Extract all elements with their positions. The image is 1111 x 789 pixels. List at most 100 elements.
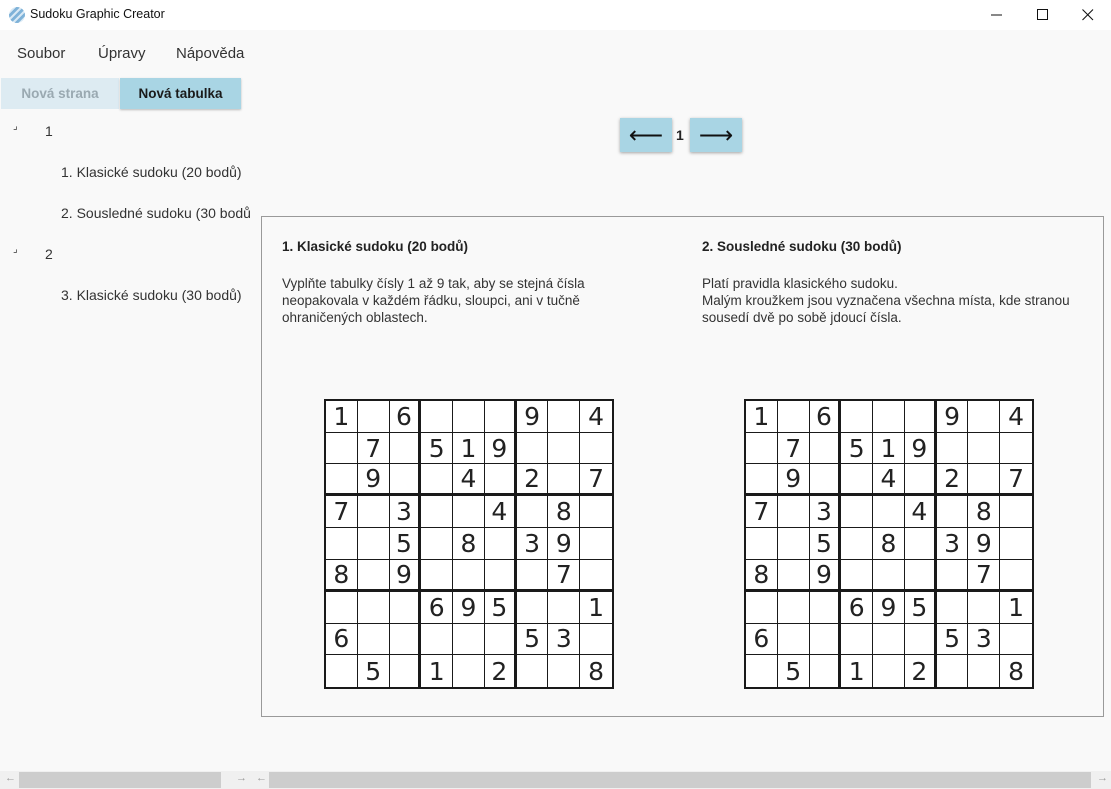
sudoku-cell: [904, 623, 937, 656]
scroll-right-arrow-icon[interactable]: →: [1097, 772, 1108, 784]
sudoku-cell: 1: [841, 655, 874, 687]
new-table-button[interactable]: Nová tabulka: [120, 78, 241, 109]
menu-edit[interactable]: Úpravy: [98, 45, 146, 62]
sudoku-cell: 8: [588, 656, 605, 686]
sudoku-cell: [484, 401, 517, 433]
sudoku-cell: [580, 496, 612, 529]
sudoku-cell: [1000, 624, 1032, 656]
menu-file[interactable]: Soubor: [17, 45, 65, 62]
sudoku-cell: [746, 464, 778, 497]
sudoku-cell: [516, 591, 549, 624]
sudoku-cell: 8: [968, 496, 1001, 529]
sudoku-cell: [841, 528, 874, 560]
sudoku-cell: [904, 464, 937, 497]
tree-page-1[interactable]: 1: [45, 123, 53, 139]
tree-item-puzzle-2[interactable]: 2. Sousledné sudoku (30 bodů): [61, 205, 251, 221]
sudoku-cell: 7: [968, 559, 1001, 592]
sudoku-cell: [841, 496, 874, 529]
scrollbar-thumb[interactable]: [269, 772, 1091, 788]
scroll-left-arrow-icon[interactable]: ←: [5, 772, 16, 784]
puzzle-1-title: 1. Klasické sudoku (20 bodů): [282, 239, 469, 254]
sudoku-cell: [357, 528, 390, 560]
sudoku-cell: [873, 401, 905, 433]
sudoku-cell: [809, 432, 842, 465]
sudoku-cell: 1: [873, 432, 905, 465]
tree-expander-page-1[interactable]: ⌟: [13, 121, 18, 132]
page-number: 1: [676, 127, 684, 143]
sudoku-cell: 1: [326, 401, 358, 433]
sudoku-cell: 8: [453, 528, 485, 560]
sudoku-cell: [809, 591, 842, 624]
menu-help[interactable]: Nápověda: [176, 45, 244, 62]
sudoku-cell: [841, 401, 874, 433]
scrollbar-thumb[interactable]: [19, 772, 221, 788]
sudoku-cell: [421, 401, 454, 433]
sudoku-cell: [937, 655, 969, 687]
sudoku-cell: 9: [357, 464, 390, 497]
sudoku-cell: 6: [841, 591, 874, 624]
sudoku-cell: [936, 496, 969, 529]
sudoku-cell: [390, 655, 422, 687]
sudoku-cell: 9: [484, 432, 517, 465]
tree-item-puzzle-1[interactable]: 1. Klasické sudoku (20 bodů): [61, 164, 242, 180]
sudoku-cell: [968, 591, 1001, 624]
sudoku-cell: [936, 591, 969, 624]
sudoku-cell: 7: [548, 559, 581, 592]
sudoku-cell: 4: [453, 464, 485, 497]
sudoku-cell: [841, 559, 874, 592]
sudoku-cell: [777, 559, 810, 592]
sudoku-cell: [936, 432, 969, 465]
sudoku-cell: 6: [421, 591, 454, 624]
sudoku-cell: 8: [548, 496, 581, 529]
sudoku-cell: [904, 401, 937, 433]
sudoku-cell: 7: [580, 464, 612, 497]
sudoku-cell: 5: [358, 655, 390, 687]
sudoku-cell: [1000, 528, 1032, 560]
sudoku-cell: [453, 655, 485, 687]
sudoku-cell: [810, 655, 842, 687]
sudoku-cell: [746, 591, 778, 624]
sudoku-cell: [484, 528, 517, 560]
sudoku-cell: [746, 655, 778, 687]
scroll-right-arrow-icon[interactable]: →: [236, 772, 247, 784]
sudoku-cell: [1000, 560, 1032, 592]
sudoku-cell: [421, 559, 454, 592]
sudoku-cell: [453, 623, 485, 656]
scroll-left-arrow-icon[interactable]: ←: [256, 772, 267, 784]
sudoku-cell: [777, 623, 810, 656]
sudoku-cell: 4: [873, 464, 905, 497]
sudoku-cell: 9: [389, 559, 422, 592]
main-scrollbar[interactable]: ← →: [251, 771, 1111, 789]
sudoku-cell: [484, 559, 517, 592]
puzzle-1-description: Vyplňte tabulky čísly 1 až 9 tak, aby se…: [282, 275, 585, 326]
sudoku-cell: [326, 464, 358, 497]
sudoku-cell: 6: [389, 401, 422, 433]
sudoku-cell: [548, 655, 581, 687]
puzzle-1-description-line: Vyplňte tabulky čísly 1 až 9 tak, aby se…: [282, 276, 585, 291]
page-tree: ⌟ 1 1. Klasické sudoku (20 bodů) 2. Sous…: [0, 110, 251, 760]
sudoku-cell: [580, 560, 612, 592]
sudoku-cell: 3: [516, 528, 549, 560]
new-page-button[interactable]: Nová strana: [1, 78, 119, 109]
sudoku-cell: [326, 528, 358, 560]
puzzle-2-title: 2. Sousledné sudoku (30 bodů): [702, 239, 902, 254]
menu-bar: Soubor Úpravy Nápověda: [0, 30, 1111, 76]
sudoku-cell: 4: [1000, 401, 1032, 433]
sudoku-cell: [777, 496, 810, 529]
sudoku-cell: 6: [809, 401, 842, 433]
close-button[interactable]: [1065, 0, 1111, 30]
sudoku-cell: [936, 559, 969, 592]
sudoku-cell: 8: [873, 528, 905, 560]
tree-page-2[interactable]: 2: [45, 246, 53, 262]
tree-item-puzzle-3[interactable]: 3. Klasické sudoku (30 bodů): [61, 287, 242, 303]
sudoku-cell: [777, 528, 810, 560]
next-page-button[interactable]: ⟶: [690, 118, 742, 152]
sudoku-cell: [968, 655, 1001, 687]
prev-page-button[interactable]: ⟵: [620, 118, 672, 152]
tree-expander-page-2[interactable]: ⌟: [13, 244, 18, 255]
minimize-button[interactable]: [974, 0, 1020, 30]
left-panel-scrollbar[interactable]: ← →: [0, 771, 251, 789]
maximize-button[interactable]: [1020, 0, 1066, 30]
sudoku-cell: [841, 623, 874, 656]
sudoku-cell: 8: [746, 559, 778, 592]
